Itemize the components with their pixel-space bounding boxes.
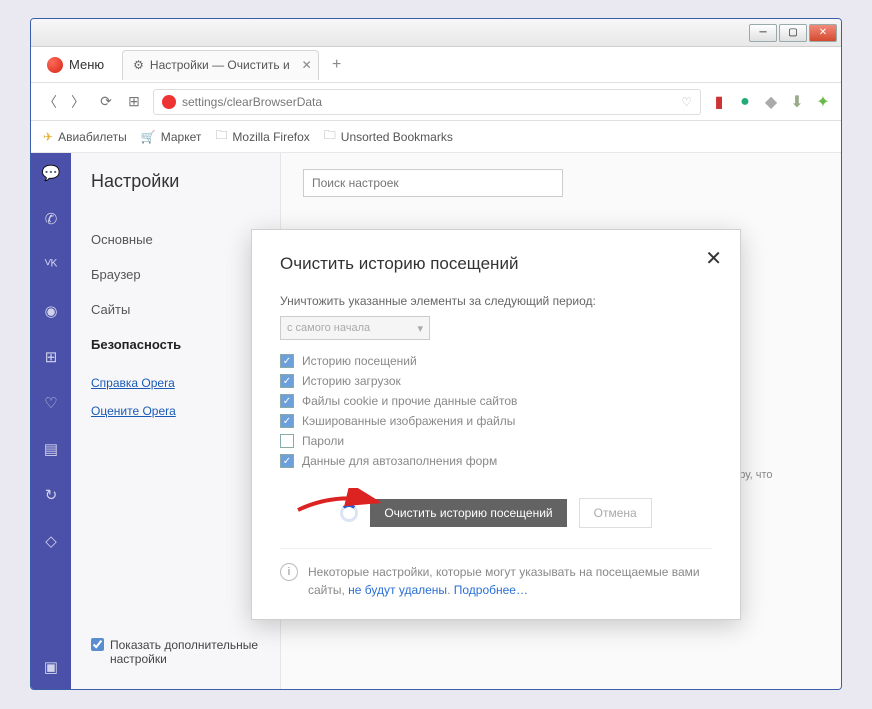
check-label: Историю загрузок	[302, 374, 401, 388]
extension-icon-4[interactable]: ✦	[815, 94, 831, 110]
check-row[interactable]: ✓ Файлы cookie и прочие данные сайтов	[280, 394, 712, 408]
check-row[interactable]: ✓ Историю посещений	[280, 354, 712, 368]
opera-menu-button[interactable]: Меню	[37, 53, 114, 77]
menu-label: Меню	[69, 57, 104, 72]
forward-button[interactable]: 〉	[69, 92, 87, 112]
check-row[interactable]: ✓ Данные для автозаполнения форм	[280, 454, 712, 468]
opera-icon	[162, 95, 176, 109]
check-row[interactable]: ✓ Кэшированные изображения и файлы	[280, 414, 712, 428]
maximize-button[interactable]: ▢	[779, 24, 807, 42]
show-advanced-checkbox[interactable]: Показать дополнительные настройки	[91, 638, 280, 666]
close-window-button[interactable]: ✕	[809, 24, 837, 42]
tab-title: Настройки — Очистить и	[150, 58, 290, 72]
urlbar: 〈 〉 ⟳ ⊞ ♡ ▮ ● ◆ ⬇ ✦	[31, 83, 841, 121]
check-label: Пароли	[302, 434, 344, 448]
bookmarks-bar: ✈Авиабилеты 🛒Маркет 🗀Mozilla Firefox 🗀Un…	[31, 121, 841, 153]
opera-logo-icon	[47, 57, 63, 73]
download-icon[interactable]: ⬇	[789, 94, 805, 110]
check-row[interactable]: ✓ Пароли	[280, 434, 712, 448]
back-button[interactable]: 〈	[41, 92, 59, 112]
checkbox-icon: ✓	[280, 434, 294, 448]
reload-button[interactable]: ⟳	[97, 93, 115, 110]
speed-dial-icon[interactable]: ⊞	[41, 347, 61, 367]
speed-dial-button[interactable]: ⊞	[125, 93, 143, 110]
check-row[interactable]: ✓ Историю загрузок	[280, 374, 712, 388]
cube-icon[interactable]: ◇	[41, 531, 61, 551]
show-advanced-check[interactable]	[91, 638, 104, 651]
heart-icon[interactable]: ♡	[41, 393, 61, 413]
checkbox-icon: ✓	[280, 374, 294, 388]
check-label: Историю посещений	[302, 354, 417, 368]
bookmark-item[interactable]: 🛒Маркет	[141, 130, 202, 144]
minimize-button[interactable]: ─	[749, 24, 777, 42]
url-input[interactable]	[182, 95, 675, 109]
messenger-icon[interactable]: 💬	[41, 163, 61, 183]
check-label: Кэшированные изображения и файлы	[302, 414, 515, 428]
news-icon[interactable]: ▤	[41, 439, 61, 459]
not-deleted-link[interactable]: не будут удалены	[348, 583, 447, 597]
check-label: Данные для автозаполнения форм	[302, 454, 497, 468]
clear-history-dialog: ✕ Очистить историю посещений Уничтожить …	[251, 229, 741, 620]
dialog-desc: Уничтожить указанные элементы за следующ…	[280, 294, 712, 308]
more-link[interactable]: Подробнее…	[454, 583, 528, 597]
dialog-info: i Некоторые настройки, которые могут ука…	[280, 548, 712, 599]
sidebar-toggle-icon[interactable]: ▣	[41, 657, 61, 677]
cancel-button[interactable]: Отмена	[579, 498, 652, 528]
bookmark-icon[interactable]: ♡	[681, 95, 692, 109]
extension-icon-2[interactable]: ●	[737, 94, 753, 110]
settings-search-input[interactable]	[303, 169, 563, 197]
history-icon[interactable]: ↻	[41, 485, 61, 505]
extension-icon-1[interactable]: ▮	[711, 94, 727, 110]
vk-icon[interactable]: ⱽᴷ	[41, 255, 61, 275]
settings-nav: Настройки Основные Браузер Сайты Безопас…	[71, 153, 281, 689]
sidebar-dark: 💬 ✆ ⱽᴷ ◉ ⊞ ♡ ▤ ↻ ◇ ▣	[31, 153, 71, 689]
checkbox-icon: ✓	[280, 454, 294, 468]
checkbox-icon: ✓	[280, 354, 294, 368]
extension-icon-3[interactable]: ◆	[763, 94, 779, 110]
new-tab-button[interactable]: +	[327, 55, 347, 75]
spinner-icon	[340, 504, 358, 522]
info-icon: i	[280, 563, 298, 581]
whatsapp-icon[interactable]: ✆	[41, 209, 61, 229]
dialog-title: Очистить историю посещений	[280, 254, 712, 274]
checkbox-icon: ✓	[280, 414, 294, 428]
tab-close-button[interactable]: ✕	[302, 58, 312, 72]
dialog-buttons: Очистить историю посещений Отмена	[280, 498, 712, 528]
bookmark-item[interactable]: ✈Авиабилеты	[43, 130, 127, 144]
titlebar: ─ ▢ ✕	[31, 19, 841, 47]
checkbox-icon: ✓	[280, 394, 294, 408]
browser-window: ─ ▢ ✕ Меню ⚙ Настройки — Очистить и ✕ + …	[30, 18, 842, 690]
tab-settings[interactable]: ⚙ Настройки — Очистить и ✕	[122, 50, 319, 80]
bookmark-folder[interactable]: 🗀Mozilla Firefox	[215, 126, 309, 147]
settings-title: Настройки	[91, 171, 280, 192]
clear-history-button[interactable]: Очистить историю посещений	[370, 499, 566, 527]
period-select[interactable]: с самого начала ▾	[280, 316, 430, 340]
gear-icon: ⚙	[133, 58, 144, 72]
dialog-close-button[interactable]: ✕	[705, 246, 722, 271]
tabstrip: Меню ⚙ Настройки — Очистить и ✕ +	[31, 47, 841, 83]
bookmark-folder[interactable]: 🗀Unsorted Bookmarks	[324, 126, 453, 147]
camera-icon[interactable]: ◉	[41, 301, 61, 321]
address-bar[interactable]: ♡	[153, 89, 701, 115]
chevron-down-icon: ▾	[417, 322, 423, 335]
check-label: Файлы cookie и прочие данные сайтов	[302, 394, 517, 408]
